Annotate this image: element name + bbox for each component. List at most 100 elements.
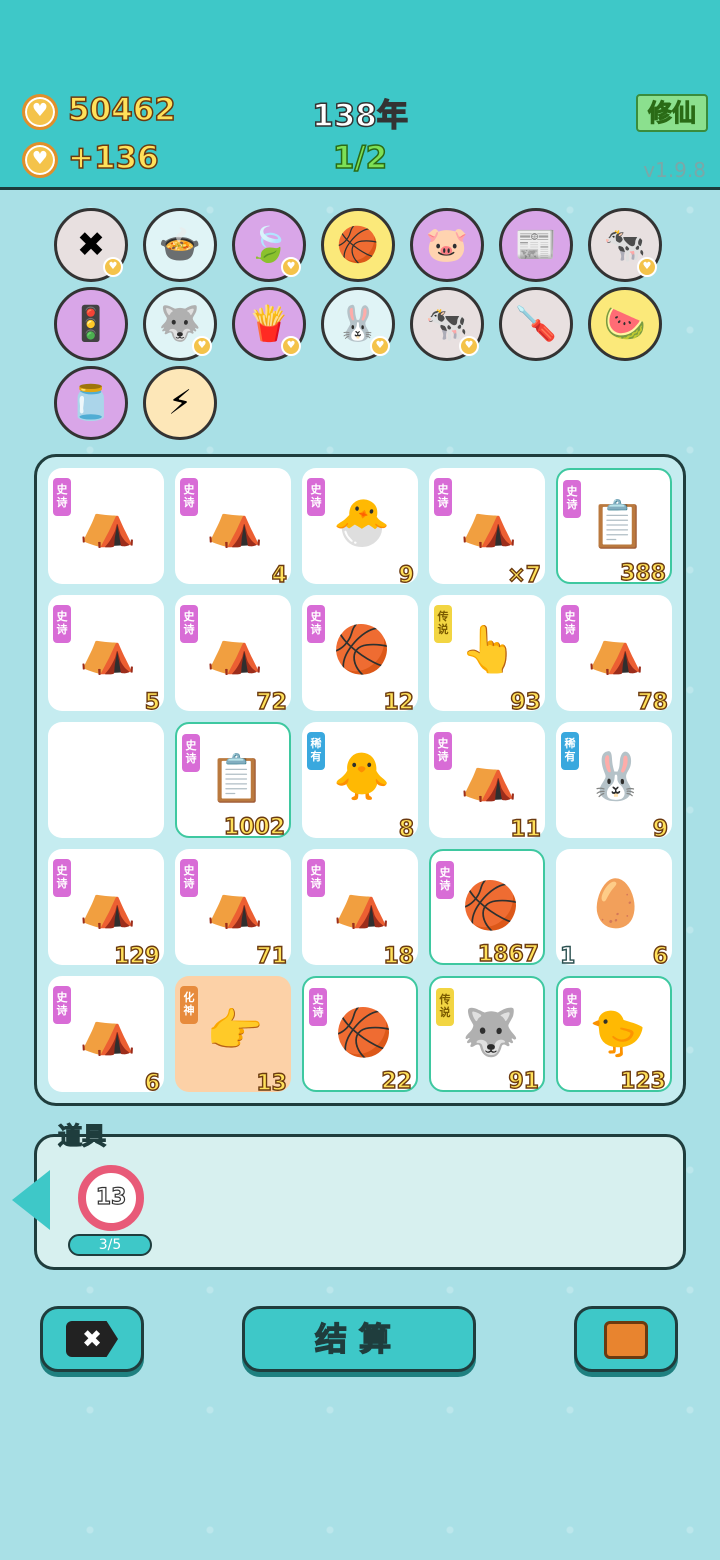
slot-count: 22 [381,1068,413,1094]
board-slot[interactable]: 史诗 ⛺ 71 [175,849,291,970]
delete-tag-icon[interactable]: ✖ ♥ [54,208,128,282]
husky-king-icon: 🐺 [462,1005,520,1059]
rabbit-tent-icon: ⛺ [79,1003,137,1057]
inventory-button[interactable] [574,1306,678,1372]
rarity-tag: 史诗 [436,861,454,899]
slot-count: 6 [144,1070,161,1096]
rarity-tag: 史诗 [307,859,325,897]
rarity-tag: 史诗 [434,478,452,516]
board-slot[interactable]: 史诗 ⛺ 6 [48,976,164,1097]
rarity-tag: 史诗 [180,605,198,643]
board-slot[interactable]: 史诗 ⛺ 4 [175,468,291,589]
slot-count: ×7 [507,562,542,588]
rarity-tag: 史诗 [309,988,327,1026]
income-coin-icon [22,142,58,178]
coin-income: +136 [67,139,159,177]
leaf-icon[interactable]: 🍃 ♥ [232,208,306,282]
slot-count: 1867 [477,941,540,967]
rarity-tag: 史诗 [180,478,198,516]
rarity-tag: 史诗 [53,605,71,643]
slot-count: 72 [256,689,288,715]
board-slot[interactable]: 史诗 🐤 123 [556,976,672,1095]
pressure-cooker-duck-icon[interactable]: 🍲 [143,208,217,282]
slot-count: 9 [652,816,669,842]
coin-icon [22,94,58,130]
turn-progress: 1/2 [332,139,388,177]
slot-count: 8 [398,816,415,842]
rarity-tag: 化神 [180,986,198,1024]
milk-jar-icon[interactable]: 🫙 [54,366,128,440]
copy-paste-basketball-icon: 🏀 [462,878,520,932]
rarity-tag: 史诗 [180,859,198,897]
slot-board: 史诗 ⛺ 史诗 ⛺ 4 史诗 🐣 9 史诗 ⛺ ×7 史诗 📋 388 史诗 ⛺ 5 史诗 ⛺ 72 史诗 🏀 12 传说 👆 9… [34,454,686,1106]
delete-button[interactable]: ✖ [40,1306,144,1372]
piggy-bank-icon[interactable]: 🐷 [410,208,484,282]
board-slot[interactable]: 史诗 ⛺ 78 [556,595,672,716]
husky-dog-icon[interactable]: 🐺 ♥ [143,287,217,361]
rarity-tag: 史诗 [53,859,71,897]
items-scroll-left-icon[interactable] [12,1170,50,1230]
board-slot[interactable]: 传说 🐺 91 [429,976,545,1095]
slot-sub-count: 1 [559,943,576,969]
rabbit-tent-basketball-icon: ⛺ [333,876,391,930]
board-slot[interactable]: 史诗 🏀 22 [302,976,418,1095]
board-slot[interactable]: 史诗 ⛺ 72 [175,595,291,716]
board-slot[interactable]: 史诗 🐣 9 [302,468,418,589]
fruit-basket-icon[interactable]: 🍉 [588,287,662,361]
board-slot[interactable]: 史诗 🏀 1867 [429,849,545,968]
rarity-tag: 稀有 [561,732,579,770]
item-progress: 3/5 [68,1234,152,1256]
rarity-tag: 史诗 [434,732,452,770]
slot-count: 6 [652,943,669,969]
board-slot[interactable]: 稀有 🐰 9 [556,722,672,843]
item-reroll-badge[interactable]: 13 [78,1165,144,1231]
board-slot[interactable]: 史诗 📋 1002 [175,722,291,841]
board-slot[interactable]: 史诗 ⛺ ×7 [429,468,545,589]
heart-tag-icon: ♥ [281,257,301,277]
board-slot[interactable]: 史诗 📋 388 [556,468,672,587]
basketballs-icon[interactable]: 🏀 [321,208,395,282]
top-bar: 50462 +136 138年 1/2 修仙 v1.9.8 [0,0,720,190]
rarity-tag: 传说 [436,988,454,1026]
board-slot[interactable]: 稀有 🐥 8 [302,722,418,843]
board-slot[interactable]: 史诗 ⛺ 129 [48,849,164,970]
heart-tag-icon: ♥ [192,336,212,356]
board-slot[interactable]: 史诗 ⛺ 18 [302,849,418,970]
version-label: v1.9.8 [643,158,706,182]
rabbit-tent-icon: ⛺ [206,622,264,676]
copy-paste-icon: 📋 [589,497,647,551]
rabbit-icon[interactable]: 🐰 ♥ [321,287,395,361]
traffic-light-ghost-icon[interactable]: 🚦 [54,287,128,361]
rarity-tag: 史诗 [53,478,71,516]
board-slot[interactable]: 史诗 ⛺ [48,468,164,584]
rabbit-tent-icon: ⛺ [460,749,518,803]
board-slot[interactable] [48,722,164,838]
cultivate-button[interactable]: 修仙 [636,94,708,132]
slot-count: 78 [637,689,669,715]
french-fries-icon[interactable]: 🍟 ♥ [232,287,306,361]
slot-count: 1002 [223,814,286,840]
time-magazine-icon[interactable]: 📰 [499,208,573,282]
items-title: 道具 [57,1121,106,1150]
lightning-icon[interactable]: ⚡ [143,366,217,440]
slot-count: 93 [510,689,542,715]
board-slot[interactable]: 🥚 6 1 [556,849,672,970]
year-counter: 138年 [311,97,408,135]
copy-paste-icon: 📋 [208,751,266,805]
slot-count: 11 [510,816,542,842]
board-slot[interactable]: 史诗 ⛺ 5 [48,595,164,716]
board-slot[interactable]: 史诗 🏀 12 [302,595,418,716]
rabbit-tent-icon: ⛺ [206,495,264,549]
screwdriver-icon[interactable]: 🪛 [499,287,573,361]
settle-button[interactable]: 结算 [242,1306,476,1372]
rabbit-tent-icon: ⛺ [587,622,645,676]
cow-pair-icon[interactable]: 🐄 ♥ [410,287,484,361]
basketballs-icon: 🏀 [333,622,391,676]
board-slot[interactable]: 传说 👆 93 [429,595,545,716]
board-slot[interactable]: 化神 👉 13 [175,976,291,1097]
slot-count: 12 [383,689,415,715]
rarity-tag: 史诗 [563,480,581,518]
golden-hand-basketball-icon: 👉 [206,1003,264,1057]
board-slot[interactable]: 史诗 ⛺ 11 [429,722,545,843]
cow-couple-icon[interactable]: 🐄 ♥ [588,208,662,282]
